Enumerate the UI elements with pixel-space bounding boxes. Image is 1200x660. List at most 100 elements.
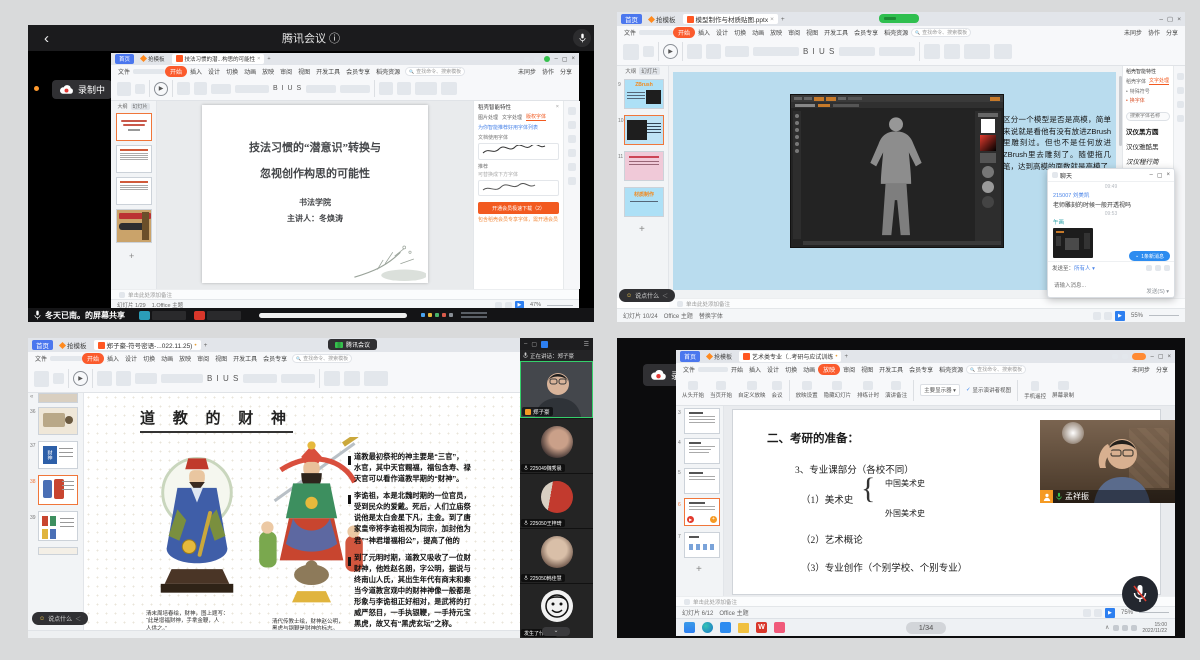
mic-muted-button[interactable] <box>1122 576 1158 612</box>
panel-item[interactable]: 特殊符号 <box>1130 88 1150 95</box>
ribbon-tab[interactable]: 动画 <box>800 365 818 374</box>
collab-button[interactable]: 协作 <box>1145 28 1163 37</box>
font-panel-tab[interactable]: 稻壳字体 <box>1126 78 1146 85</box>
notes-bar[interactable]: 单击此处添加备注 <box>669 298 1185 308</box>
font-panel-tab-active[interactable]: 文字处理 <box>1149 77 1169 85</box>
send-to-selector[interactable]: 所有人 ▾ <box>1074 264 1095 272</box>
screen-record-button[interactable]: 屏幕录制 <box>1052 381 1074 399</box>
tab-home[interactable]: 首页 <box>32 340 53 351</box>
slide-thumbnail[interactable] <box>684 438 720 464</box>
chat-sender[interactable]: 215007 刘美凯 <box>1053 191 1174 199</box>
ribbon-tab[interactable]: 设计 <box>122 354 140 363</box>
ribbon-tab[interactable]: 插入 <box>104 354 122 363</box>
toolbar-button[interactable]: 放映设置 <box>796 381 818 399</box>
ribbon-tab[interactable]: 稻壳资源 <box>936 365 966 374</box>
maximize-icon[interactable]: ▢ <box>531 341 537 348</box>
sync-status[interactable]: 未同步 <box>515 67 539 76</box>
tab-home[interactable]: 首页 <box>115 54 134 63</box>
taskbar-app-icon[interactable] <box>774 622 785 633</box>
font-sample-box2[interactable] <box>478 180 559 196</box>
share-button[interactable]: 分享 <box>557 67 575 76</box>
zoom-level[interactable]: 55% <box>1131 313 1143 319</box>
chat-window[interactable]: 聊天 – ▢ × 09:49 215007 刘美凯 老师雕刻的时候一般开透视吗 … <box>1047 168 1175 298</box>
slide-thumbnail-selected[interactable] <box>624 115 664 145</box>
toolbar-button[interactable]: 从头开始 <box>682 381 704 399</box>
ribbon-tab[interactable]: 视图 <box>803 28 821 37</box>
new-tab-button[interactable]: + <box>267 56 270 62</box>
ribbon-tab[interactable]: 放映 <box>767 28 785 37</box>
slide-thumbnail-partial[interactable] <box>38 393 78 403</box>
tab-docer[interactable]: 抢模板 <box>703 351 736 361</box>
minimize-icon[interactable]: – <box>554 56 557 62</box>
system-tray[interactable]: ∧ 15:00 2022/11/22 <box>1105 622 1167 634</box>
add-slide-button[interactable]: + <box>696 564 702 575</box>
ribbon-tab[interactable]: 动画 <box>158 354 176 363</box>
ribbon-tab[interactable]: 插入 <box>695 28 713 37</box>
file-menu[interactable]: 文件 <box>680 365 698 374</box>
search-box[interactable]: 🔍查找命令、搜索模板 <box>292 354 352 363</box>
user-avatar[interactable] <box>544 56 550 62</box>
slide-thumbnail[interactable] <box>624 151 664 181</box>
collapse-strip-button[interactable]: ⌄ <box>542 627 570 636</box>
tab-document[interactable]: 模型制作与材质贴图.pptx× <box>683 14 778 25</box>
ribbon-tab[interactable]: 开发工具 <box>230 354 260 363</box>
start-button[interactable] <box>684 622 695 633</box>
maximize-icon[interactable]: ▢ <box>562 56 568 63</box>
slide-thumbnail[interactable] <box>684 468 720 494</box>
file-menu[interactable]: 文件 <box>115 67 133 76</box>
ribbon-tab[interactable]: 审阅 <box>785 28 803 37</box>
replace-font-button[interactable]: 替换字体 <box>699 311 723 320</box>
toolbar-button[interactable]: 排练计时 <box>857 381 879 399</box>
play-from-page-button[interactable]: ▶ <box>663 44 678 59</box>
ribbon-tab[interactable]: 插入 <box>187 67 205 76</box>
close-icon[interactable]: × <box>571 56 575 62</box>
taskbar-app-1[interactable] <box>139 311 150 320</box>
slide-thumbnail-with-meeting-overlay[interactable] <box>116 209 152 243</box>
video-tile[interactable]: 225050韩佳慧 <box>520 529 593 584</box>
ribbon-tab[interactable]: 动画 <box>749 28 767 37</box>
play-badge[interactable]: ▶ <box>687 516 694 523</box>
ribbon-tab[interactable]: 放映 <box>176 354 194 363</box>
ribbon-tab[interactable]: 视图 <box>212 354 230 363</box>
slideshow-button[interactable]: ▶ <box>1105 608 1115 618</box>
zoom-slider[interactable] <box>1149 315 1179 316</box>
quick-chat-pill[interactable]: ☺ 说点什么 ＜ <box>619 289 675 302</box>
tab-document[interactable]: 技法习惯的潜...构思的可能性× <box>172 54 265 63</box>
toolbar-button[interactable]: 隐藏幻灯片 <box>824 381 852 399</box>
tab-docer[interactable]: 抢模板 <box>645 14 680 25</box>
ribbon-tab[interactable]: 开始 <box>728 365 746 374</box>
mic-button[interactable] <box>573 29 591 47</box>
info-icon[interactable]: ⓘ <box>329 33 340 45</box>
docer-tab-image[interactable]: 图片处理 <box>478 114 498 121</box>
maximize-icon[interactable]: ▢ <box>1158 353 1164 360</box>
toolbar-button[interactable]: 自定义放映 <box>738 381 766 399</box>
ribbon-tab[interactable]: 开发工具 <box>876 365 906 374</box>
ribbon-tab[interactable]: 设计 <box>713 28 731 37</box>
view-controls[interactable]: ▶ <box>1083 608 1115 618</box>
minimize-icon[interactable]: – <box>1149 172 1152 178</box>
ribbon-tab[interactable]: 切换 <box>731 28 749 37</box>
ribbon-tab[interactable]: 开发工具 <box>821 28 851 37</box>
ribbon-tab[interactable]: 视图 <box>858 365 876 374</box>
ribbon-tab-start[interactable]: 开始 <box>673 27 695 38</box>
search-box[interactable]: 🔍查找命令、搜索模板 <box>966 365 1026 374</box>
close-icon[interactable]: × <box>1166 172 1170 178</box>
zoom-slider[interactable] <box>547 305 573 306</box>
slide-thumbnail[interactable]: ZBrush <box>624 79 664 109</box>
new-tab-button[interactable]: + <box>844 354 848 360</box>
ribbon-tab[interactable]: 切换 <box>223 67 241 76</box>
vip-user-pill[interactable] <box>1132 353 1146 360</box>
maximize-icon[interactable]: ▢ <box>1157 172 1163 179</box>
slides-tab[interactable]: 幻灯片 <box>639 67 660 75</box>
file-menu[interactable]: 文件 <box>32 354 50 363</box>
docer-tip-link[interactable]: 为你智能推荐好用字体列表 <box>478 124 559 131</box>
toolbar-button[interactable]: 会议 <box>772 381 783 399</box>
ribbon-tab[interactable]: 审阅 <box>194 354 212 363</box>
folder-icon[interactable] <box>738 623 749 633</box>
ribbon-tab[interactable]: 会员专享 <box>260 354 290 363</box>
share-button[interactable]: 分享 <box>1153 365 1171 374</box>
share-button[interactable]: 分享 <box>1163 28 1181 37</box>
ribbon-tab[interactable]: 视图 <box>295 67 313 76</box>
slide-thumbnail-partial[interactable]: 材质制作 <box>624 187 664 217</box>
menu-icon[interactable]: ☰ <box>584 341 589 348</box>
